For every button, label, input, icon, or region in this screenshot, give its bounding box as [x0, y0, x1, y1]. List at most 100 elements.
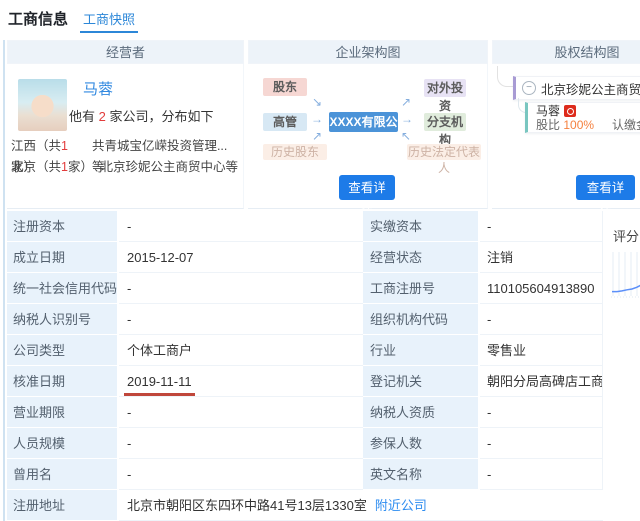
- table-row: 注册资本-实缴资本-: [7, 211, 603, 242]
- equity-chart-panel: − 北京珍妮公主商贸中心 马蓉 股比 100% 认缴金额 查看详情: [492, 64, 640, 209]
- field-label: 成立日期: [7, 242, 119, 273]
- equity-root-node[interactable]: − 北京珍妮公主商贸中心: [513, 76, 640, 100]
- summary-prefix: 他有: [69, 109, 99, 124]
- field-label: 公司类型: [7, 335, 119, 366]
- amount-label: 认缴金额: [612, 118, 640, 132]
- header-operator: 经营者: [7, 40, 244, 64]
- field-value: 北京市朝阳区东四环中路41号13层1330室附近公司: [119, 490, 603, 521]
- field-label: 参保人数: [363, 428, 480, 459]
- arrow-up-right-icon: ↗: [312, 130, 322, 142]
- arrow-right-icon: →: [401, 113, 413, 125]
- page-title: 工商信息: [8, 8, 68, 29]
- field-label: 纳税人识别号: [7, 304, 119, 335]
- field-label: 核准日期: [7, 366, 119, 397]
- field-value: 110105604913890: [480, 273, 603, 304]
- header-equity-chart: 股权结构图: [492, 40, 640, 64]
- arrow-right-icon: →: [311, 113, 323, 125]
- holder-red-badge-icon: [564, 105, 576, 117]
- left-accent-strip: [3, 40, 5, 521]
- field-label: 经营状态: [363, 242, 480, 273]
- field-value: -: [119, 428, 363, 459]
- ratio-value: 100%: [563, 118, 594, 132]
- equity-root-company: 北京珍妮公主商贸中心: [541, 79, 640, 98]
- table-row: 成立日期2015-12-07经营状态注销: [7, 242, 603, 273]
- field-value: -: [480, 459, 603, 490]
- node-company[interactable]: XXXX有限公司: [329, 112, 398, 132]
- region-name: 北京（共1家）: [11, 157, 93, 178]
- node-outbound-investment[interactable]: 对外投资: [424, 79, 466, 97]
- field-value: 2019-11-11: [119, 366, 363, 397]
- region-name: 江西（共1家）: [11, 136, 92, 157]
- field-value: 零售业: [480, 335, 603, 366]
- field-label: 纳税人资质: [363, 397, 480, 428]
- field-label: 人员规模: [7, 428, 119, 459]
- field-label: 工商注册号: [363, 273, 480, 304]
- score-panel: 评分: [610, 211, 640, 326]
- region-row: 北京（共1家） 北京珍妮公主商贸中心等: [7, 157, 243, 178]
- field-value: -: [119, 273, 363, 304]
- arrow-up-left-icon: ↖: [401, 130, 411, 142]
- arrow-down-right-icon: ↘: [312, 96, 322, 108]
- field-value: -: [480, 304, 603, 335]
- operator-summary: 他有 2 家公司，分布如下: [69, 106, 213, 125]
- table-row: 核准日期2019-11-11登记机关朝阳分局高碑店工商所: [7, 366, 603, 397]
- field-label: 统一社会信用代码: [7, 273, 119, 304]
- table-row: 人员规模-参保人数-: [7, 428, 603, 459]
- ratio-label: 股比: [536, 118, 563, 132]
- field-label: 登记机关: [363, 366, 480, 397]
- operator-photo: [18, 79, 67, 131]
- header-org-chart: 企业架构图: [248, 40, 488, 64]
- table-row: 营业期限-纳税人资质-: [7, 397, 603, 428]
- field-value: 注销: [480, 242, 603, 273]
- region-companies-link[interactable]: 北京珍妮公主商贸中心等: [100, 157, 238, 178]
- field-value: -: [119, 397, 363, 428]
- node-executives[interactable]: 高管: [263, 113, 307, 131]
- table-row: 曾用名-英文名称-: [7, 459, 603, 490]
- tree-connector: [497, 66, 514, 87]
- field-label: 实缴资本: [363, 211, 480, 242]
- org-chart-view-details-button[interactable]: 查看详情: [339, 175, 395, 200]
- nearby-companies-link[interactable]: 附近公司: [375, 498, 427, 513]
- operator-panel: 马蓉 他有 2 家公司，分布如下 江西（共1家）共青城宝亿嵘投资管理...等北京…: [7, 64, 244, 209]
- org-chart-panel: 股东 高管 历史股东 XXXX有限公司 对外投资 分支机构 历史法定代表人 ↘ …: [248, 64, 488, 209]
- equity-chart-view-details-button[interactable]: 查看详情: [576, 175, 635, 200]
- field-value: -: [119, 459, 363, 490]
- node-history-legal-rep[interactable]: 历史法定代表人: [407, 144, 481, 160]
- equity-holder-name: 马蓉: [536, 104, 560, 118]
- score-label: 评分: [613, 226, 639, 245]
- node-history-shareholders[interactable]: 历史股东: [263, 144, 327, 160]
- field-label: 注册地址: [7, 490, 119, 521]
- equity-holder-node[interactable]: 马蓉 股比 100% 认缴金额: [525, 102, 640, 133]
- tab-business-snapshot[interactable]: 工商快照: [80, 8, 138, 33]
- region-row: 江西（共1家）共青城宝亿嵘投资管理...等: [7, 136, 243, 157]
- field-value: -: [480, 397, 603, 428]
- field-value: 个体工商户: [119, 335, 363, 366]
- company-count: 2: [99, 109, 106, 124]
- operator-name-link[interactable]: 马蓉: [83, 78, 113, 99]
- top-section: 经营者 企业架构图 股权结构图 马蓉 他有 2 家公司，分布如下 江西（共1家）…: [7, 40, 640, 209]
- node-shareholders[interactable]: 股东: [263, 78, 307, 96]
- title-bar: 工商信息 工商快照: [8, 8, 138, 33]
- table-row: 统一社会信用代码-工商注册号110105604913890: [7, 273, 603, 304]
- table-row: 纳税人识别号-组织机构代码-: [7, 304, 603, 335]
- field-value: -: [119, 304, 363, 335]
- field-label: 曾用名: [7, 459, 119, 490]
- table-row: 注册地址北京市朝阳区东四环中路41号13层1330室附近公司: [7, 490, 603, 521]
- business-info-table: 注册资本-实缴资本-成立日期2015-12-07经营状态注销统一社会信用代码-工…: [7, 211, 603, 521]
- field-label: 行业: [363, 335, 480, 366]
- collapse-minus-icon[interactable]: −: [522, 81, 536, 95]
- operator-regions: 江西（共1家）共青城宝亿嵘投资管理...等北京（共1家） 北京珍妮公主商贸中心等: [7, 136, 243, 178]
- field-label: 组织机构代码: [363, 304, 480, 335]
- node-branches[interactable]: 分支机构: [424, 113, 466, 131]
- score-sparkline-chart: [611, 250, 640, 302]
- field-label: 营业期限: [7, 397, 119, 428]
- field-value: -: [119, 211, 363, 242]
- field-label: 注册资本: [7, 211, 119, 242]
- field-value: 2015-12-07: [119, 242, 363, 273]
- field-value: -: [480, 428, 603, 459]
- summary-suffix: 家公司，分布如下: [106, 109, 214, 124]
- region-companies-link[interactable]: 共青城宝亿嵘投资管理...等: [92, 136, 238, 157]
- field-label: 英文名称: [363, 459, 480, 490]
- field-value: -: [480, 211, 603, 242]
- table-row: 公司类型个体工商户行业零售业: [7, 335, 603, 366]
